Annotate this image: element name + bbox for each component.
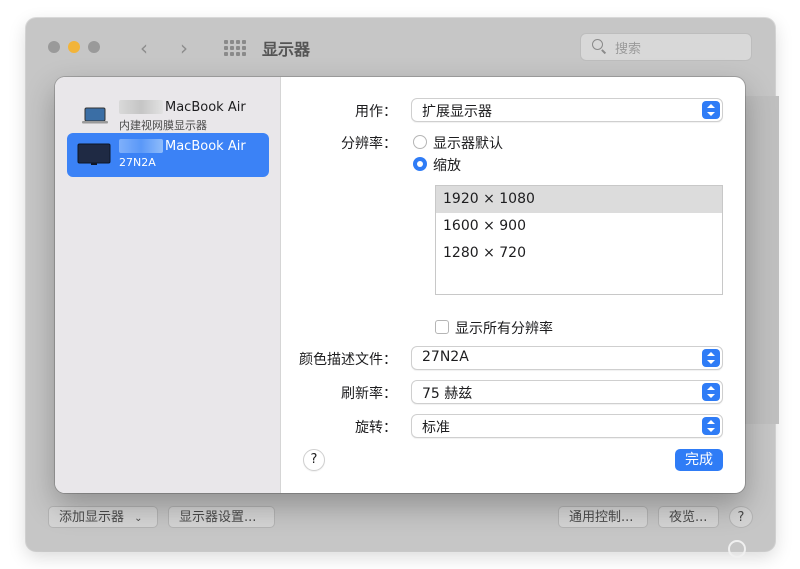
resolution-default-radio[interactable]	[413, 135, 427, 149]
close-button[interactable]	[48, 41, 60, 53]
add-display-button[interactable]: 添加显示器 ⌄	[48, 506, 158, 528]
display-name: MacBook Air	[165, 139, 246, 154]
resolution-scaled-radio[interactable]	[413, 157, 427, 171]
night-shift-button[interactable]: 夜览...	[658, 506, 719, 528]
popup-arrows-icon	[702, 349, 720, 367]
show-all-resolutions-checkbox[interactable]	[435, 320, 449, 334]
chevron-down-icon: ⌄	[134, 513, 143, 524]
resolution-scaled-label: 缩放	[433, 158, 461, 174]
display-subtitle: 内建视网膜显示器	[119, 119, 207, 132]
search-icon	[592, 39, 603, 50]
search-placeholder: 搜索	[615, 42, 642, 57]
resolution-option[interactable]: 1920 × 1080	[436, 186, 722, 213]
display-subtitle: 27N2A	[119, 156, 156, 169]
window-title: 显示器	[262, 40, 311, 59]
popup-arrows-icon	[702, 101, 720, 119]
watermark-logo	[728, 540, 749, 558]
refresh-rate-label: 刷新率：	[341, 386, 397, 402]
zoom-button[interactable]	[88, 41, 100, 53]
resolution-option[interactable]: 1600 × 900	[436, 213, 722, 240]
laptop-icon	[82, 107, 108, 124]
use-as-popup[interactable]: 扩展显示器	[411, 98, 723, 122]
universal-control-button[interactable]: 通用控制...	[558, 506, 648, 528]
show-all-grid-icon[interactable]	[224, 40, 246, 56]
resolution-default-label: 显示器默认	[433, 136, 503, 152]
color-profile-popup[interactable]: 27N2A	[411, 346, 723, 370]
search-field[interactable]: 搜索	[580, 33, 752, 61]
show-all-resolutions-label: 显示所有分辨率	[455, 321, 553, 337]
help-button[interactable]: ?	[303, 449, 325, 471]
resolution-option[interactable]: 1280 × 720	[436, 240, 722, 267]
resolution-label: 分辨率：	[341, 136, 397, 152]
help-button-background[interactable]: ?	[729, 506, 753, 528]
back-icon[interactable]: ‹	[140, 36, 148, 60]
display-name: MacBook Air	[165, 100, 246, 115]
rotation-popup[interactable]: 标准	[411, 414, 723, 438]
done-button[interactable]: 完成	[675, 449, 723, 471]
refresh-rate-popup[interactable]: 75 赫兹	[411, 380, 723, 404]
redacted-name	[119, 100, 163, 114]
display-list-sidebar: MacBook Air 内建视网膜显示器 MacBook Air 27N2A	[55, 77, 281, 493]
use-as-label: 用作：	[355, 104, 397, 120]
resolution-list[interactable]: 1920 × 1080 1600 × 900 1280 × 720	[435, 185, 723, 295]
minimize-button[interactable]	[68, 41, 80, 53]
forward-icon[interactable]: ›	[180, 36, 188, 60]
popup-arrows-icon	[702, 383, 720, 401]
display-settings-sheet: MacBook Air 内建视网膜显示器 MacBook Air 27N2A 用…	[55, 77, 745, 493]
rotation-label: 旋转：	[355, 420, 397, 436]
redacted-name	[119, 139, 163, 153]
popup-arrows-icon	[702, 417, 720, 435]
color-profile-label: 颜色描述文件：	[299, 352, 397, 368]
display-item-external[interactable]: MacBook Air 27N2A	[67, 133, 269, 177]
display-item-builtin[interactable]: MacBook Air 内建视网膜显示器	[67, 94, 269, 138]
monitor-icon	[77, 143, 111, 165]
display-settings-button[interactable]: 显示器设置...	[168, 506, 275, 528]
